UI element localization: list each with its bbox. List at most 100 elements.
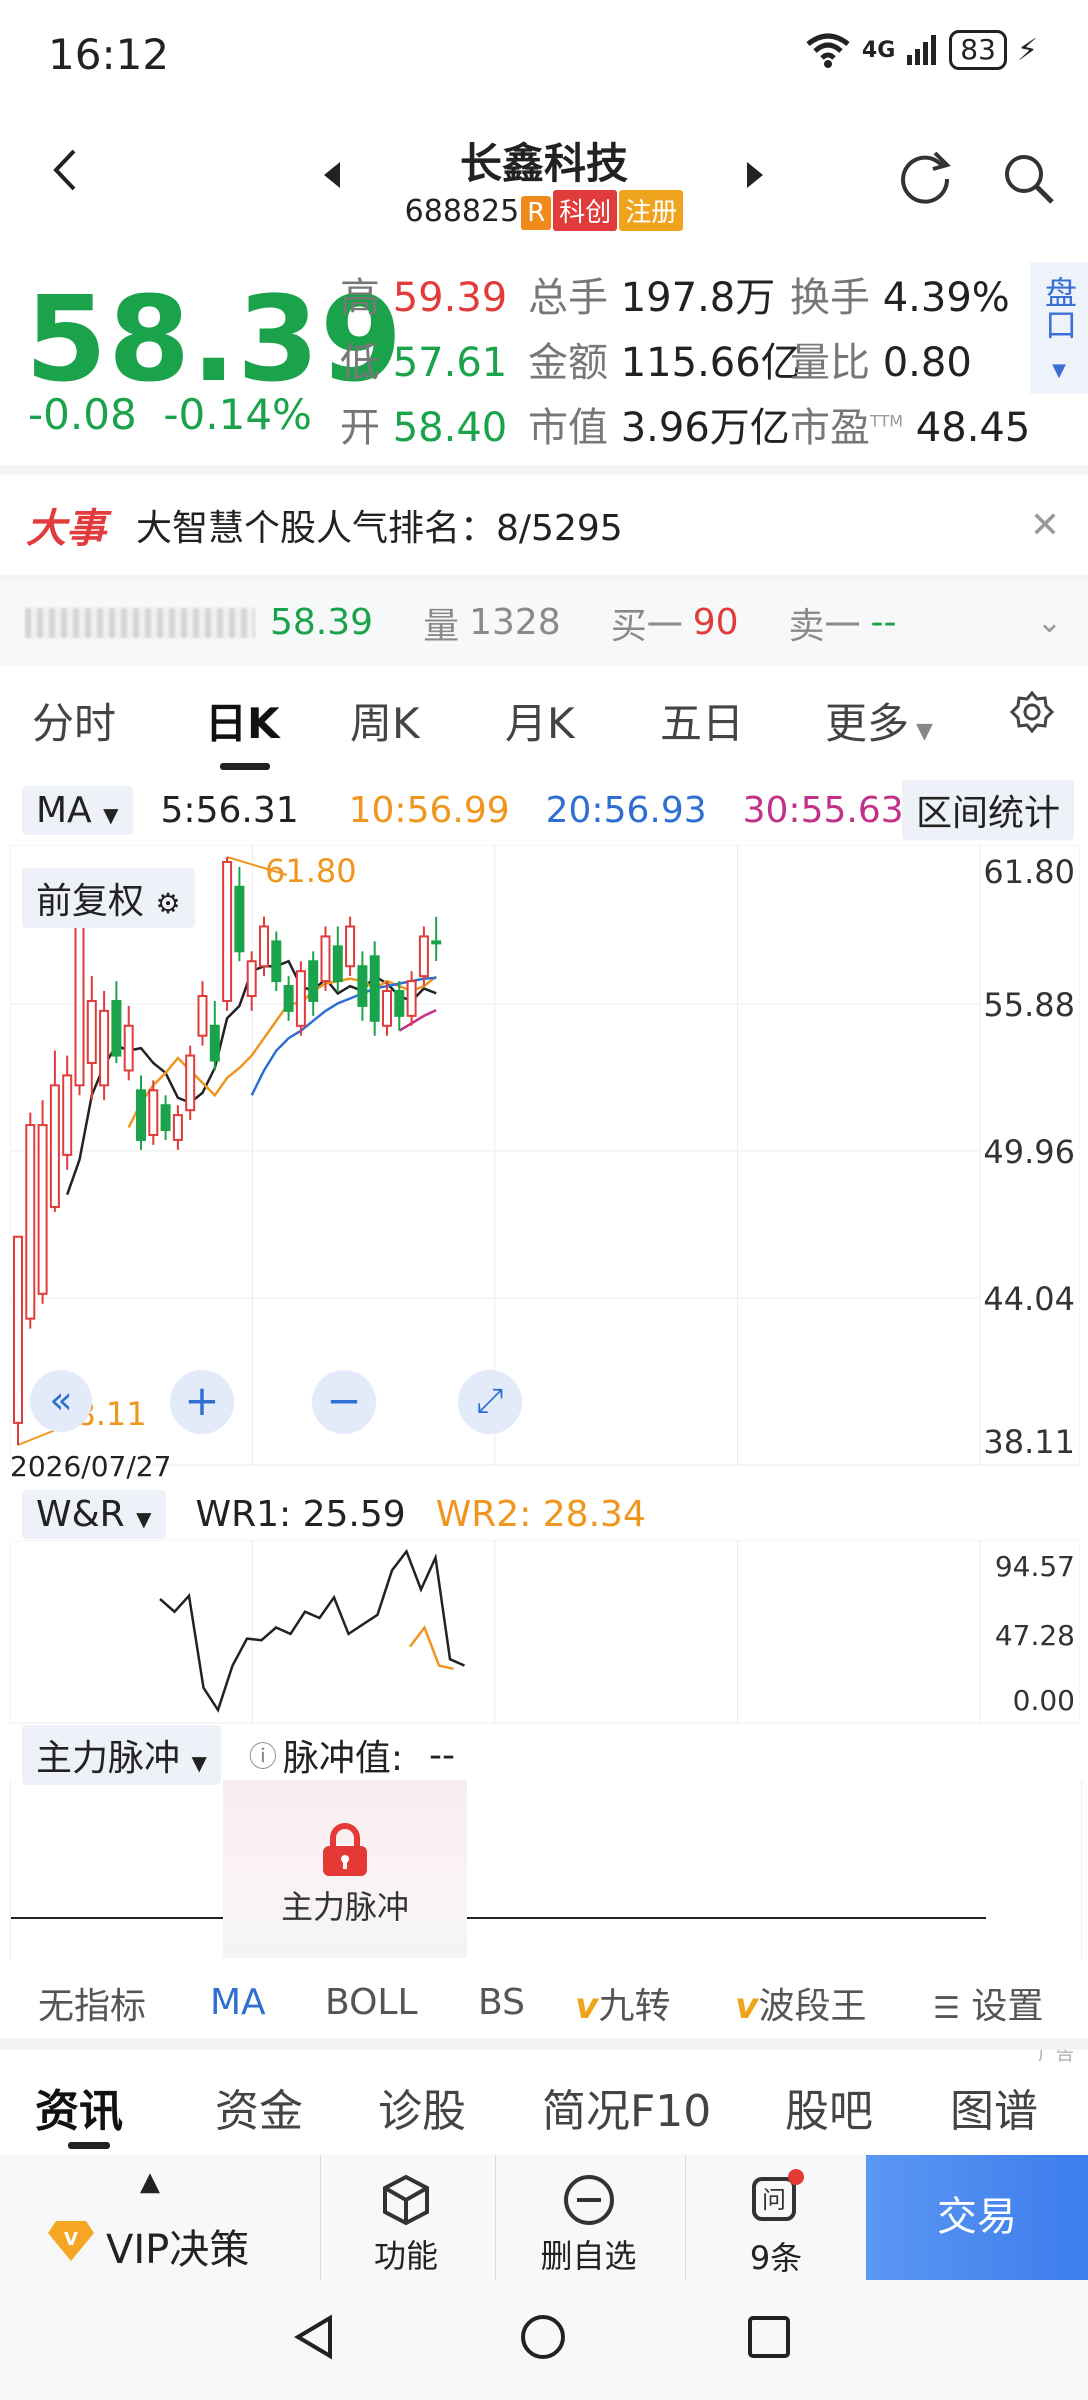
candle bbox=[382, 981, 392, 1036]
candle bbox=[345, 916, 356, 977]
wr-frame bbox=[10, 1540, 1080, 1724]
pulse-value-label: 脉冲值: bbox=[282, 1738, 404, 1779]
info-tab-news[interactable]: 资讯 bbox=[35, 2075, 123, 2139]
svg-text:V: V bbox=[64, 2229, 78, 2250]
range-stat-button[interactable]: 区间统计 bbox=[901, 780, 1074, 840]
ma30-line bbox=[398, 1008, 437, 1032]
svg-text:问: 问 bbox=[762, 2186, 786, 2214]
ind-boduanwang[interactable]: v波段王 bbox=[735, 1977, 866, 2029]
gear-icon[interactable] bbox=[1009, 690, 1055, 744]
news-bar[interactable]: 大事 大智慧个股人气排名：8/5295 ✕ bbox=[0, 465, 1088, 585]
candle bbox=[111, 981, 122, 1064]
ask-button[interactable]: 问 9条 bbox=[685, 2155, 866, 2280]
pulse-lock-card[interactable]: 主力脉冲 bbox=[223, 1780, 467, 1958]
ind-ma[interactable]: MA bbox=[210, 1982, 266, 2023]
refresh-icon[interactable] bbox=[895, 145, 955, 209]
candle bbox=[99, 991, 110, 1101]
candle bbox=[25, 1112, 36, 1329]
price-change: -0.08 -0.14% bbox=[28, 390, 312, 439]
ind-jiuzhuan[interactable]: v九转 bbox=[575, 1977, 670, 2029]
info-tab-funds[interactable]: 资金 bbox=[215, 2075, 303, 2139]
quote-amount: 金额 115.66亿 bbox=[528, 340, 801, 386]
search-icon[interactable] bbox=[1000, 150, 1056, 210]
tab-zhouk[interactable]: 周K bbox=[350, 690, 420, 751]
candle bbox=[13, 1235, 23, 1445]
candle bbox=[148, 1080, 159, 1145]
stock-code: 688825 bbox=[404, 194, 520, 229]
chart-grid bbox=[10, 845, 1080, 1466]
info-tab-diagnose[interactable]: 诊股 bbox=[378, 2075, 466, 2139]
candle bbox=[332, 926, 343, 992]
minus-circle-icon bbox=[563, 2175, 614, 2225]
wr1-label: WR1: 25.59 bbox=[195, 1494, 406, 1535]
y-tick-label: 49.96 bbox=[983, 1133, 1075, 1171]
candle bbox=[418, 926, 429, 987]
rewind-button[interactable]: « bbox=[30, 1370, 92, 1432]
high-mark-label: 61.80 bbox=[265, 852, 357, 890]
wr-header: W&R ▼ WR1: 25.59 WR2: 28.34 bbox=[22, 1490, 646, 1539]
zoom-in-button[interactable]: + bbox=[170, 1370, 234, 1434]
candle bbox=[197, 981, 208, 1046]
info-tab-graph[interactable]: 图谱 bbox=[950, 2075, 1038, 2139]
change-pct: -0.14% bbox=[163, 390, 312, 439]
adjust-selector[interactable]: 前复权 ⚙ bbox=[22, 868, 195, 928]
info-icon[interactable]: ⓘ bbox=[249, 1735, 277, 1775]
tab-yuek[interactable]: 月K bbox=[505, 690, 575, 751]
info-tab-forum[interactable]: 股吧 bbox=[785, 2075, 873, 2139]
vip-v-icon: v bbox=[735, 1985, 759, 2027]
ind-settings[interactable]: ☰ 设置 bbox=[933, 1977, 1043, 2029]
sliders-icon: ☰ bbox=[933, 1990, 960, 2026]
ind-bs[interactable]: BS bbox=[478, 1982, 525, 2023]
lock-icon bbox=[323, 1823, 367, 1876]
ind-none[interactable]: 无指标 bbox=[38, 1977, 146, 2029]
tab-wuri[interactable]: 五日 bbox=[660, 690, 744, 751]
recents-nav-icon[interactable] bbox=[744, 2312, 794, 2362]
status-time: 16:12 bbox=[48, 30, 170, 79]
candle bbox=[222, 857, 233, 1011]
tick-row[interactable]: 58.39 量 1328 买一 90 卖一 -- ⌄ bbox=[0, 580, 1088, 665]
back-nav-icon[interactable] bbox=[290, 2312, 340, 2362]
tab-fenshi[interactable]: 分时 bbox=[32, 690, 116, 751]
tick-sell: -- bbox=[870, 602, 897, 643]
ind-boll[interactable]: BOLL bbox=[325, 1982, 418, 2023]
signal-icon bbox=[907, 35, 937, 65]
wr-y-tick: 94.57 bbox=[995, 1550, 1075, 1583]
home-nav-icon[interactable] bbox=[518, 2312, 568, 2362]
candle bbox=[172, 1105, 183, 1150]
ma-selector[interactable]: MA ▼ bbox=[22, 785, 133, 835]
trade-button[interactable]: 交易 bbox=[866, 2155, 1088, 2280]
candle bbox=[86, 976, 97, 1101]
fullscreen-button[interactable]: ⤢ bbox=[458, 1370, 522, 1434]
tick-sell-label: 卖一 bbox=[788, 605, 861, 647]
charging-icon: ⚡ bbox=[1016, 32, 1038, 68]
pulse-selector[interactable]: 主力脉冲 ▼ bbox=[22, 1725, 221, 1785]
active-tab-indicator bbox=[220, 763, 270, 770]
pankou-button[interactable]: 盘口 ▼ bbox=[1030, 262, 1088, 394]
candle bbox=[369, 941, 380, 1036]
candle bbox=[308, 951, 319, 1016]
cube-icon bbox=[383, 2174, 429, 2226]
system-nav-bar bbox=[0, 2280, 1088, 2400]
tab-rik[interactable]: 日K bbox=[205, 690, 280, 751]
tick-buy: 90 bbox=[692, 602, 739, 643]
wr-chart: 94.57 47.28 0.00 bbox=[10, 1540, 1080, 1724]
close-icon[interactable]: ✕ bbox=[1030, 505, 1060, 546]
function-button[interactable]: 功能 bbox=[320, 2155, 491, 2280]
info-tab-f10[interactable]: 简况F10 bbox=[542, 2075, 711, 2139]
candle bbox=[49, 1050, 60, 1212]
caret-up-icon: ▲ bbox=[140, 2167, 160, 2197]
ma10-value: 10:56.99 bbox=[348, 789, 510, 831]
kline-chart[interactable]: 61.80 55.88 49.96 44.04 38.11 bbox=[10, 845, 1080, 1485]
chevron-down-icon[interactable]: ⌄ bbox=[1037, 605, 1062, 640]
status-bar: 16:12 4G 83 ⚡ bbox=[0, 0, 1088, 110]
y-tick-label: 61.80 bbox=[983, 853, 1075, 891]
wr-selector[interactable]: W&R ▼ bbox=[22, 1490, 166, 1539]
zoom-out-button[interactable]: − bbox=[312, 1370, 376, 1434]
quote-low: 低 57.61 bbox=[340, 340, 508, 386]
vip-decision-button[interactable]: ▲ V VIP决策 bbox=[0, 2155, 310, 2280]
lock-text: 主力脉冲 bbox=[280, 1888, 409, 1926]
wr2-label: WR2: 28.34 bbox=[435, 1494, 646, 1535]
quote-turnover: 换手 4.39% bbox=[790, 275, 1010, 321]
tab-more[interactable]: 更多 ▼ bbox=[825, 690, 933, 751]
remove-watchlist-button[interactable]: 删自选 bbox=[495, 2155, 681, 2280]
